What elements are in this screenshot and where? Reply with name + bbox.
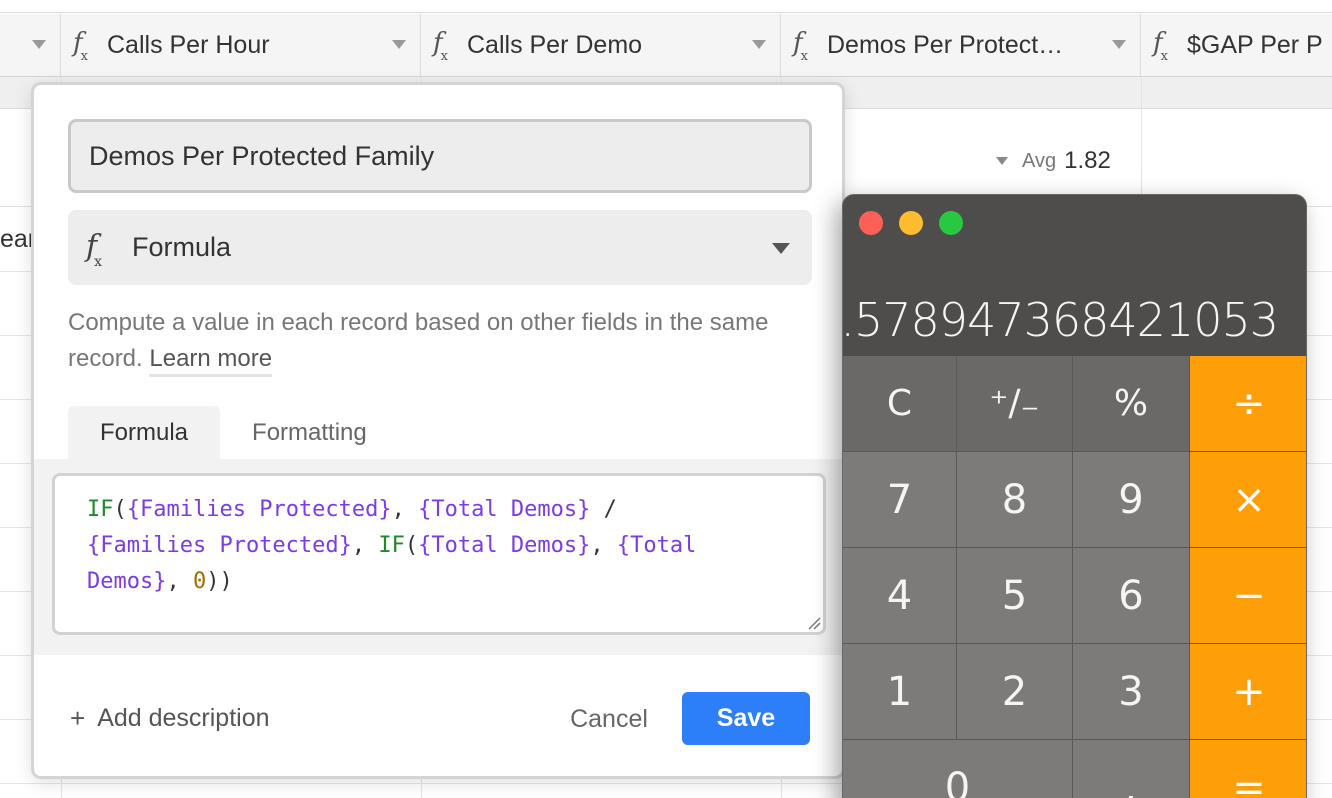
calculator-window: 1.578947368421053 C ⁺∕₋% ÷ 7 8 9 × 4 5 6− 1 2 3 +0. = <box>842 194 1307 798</box>
calc-key-4[interactable]: ÷ <box>1190 356 1306 452</box>
grid-header-row: fx Calls Per Hour fx Calls Per Demo fx D… <box>0 14 1332 77</box>
add-description-label: Add description <box>97 704 270 732</box>
column-header-label: $GAP Per P <box>1187 30 1323 59</box>
chevron-down-icon[interactable] <box>32 40 46 49</box>
field-type-description: Compute a value in each record based on … <box>68 305 812 377</box>
formula-icon: fx <box>1153 28 1168 64</box>
column-header-calls-per-hour[interactable]: fx Calls Per Hour <box>61 14 421 76</box>
calc-key-8[interactable]: × <box>1190 452 1306 548</box>
plus-icon: + <box>70 703 86 733</box>
tab-formula[interactable]: Formula <box>68 406 221 460</box>
calc-key-9[interactable]: 4 <box>843 548 957 644</box>
formula-punct: )) <box>206 569 233 594</box>
calc-key-15[interactable]: 3 <box>1073 644 1190 740</box>
field-type-label: Formula <box>132 232 232 262</box>
cancel-button[interactable]: Cancel <box>554 693 664 745</box>
formula-operator: / <box>590 497 617 522</box>
chevron-down-icon[interactable] <box>996 157 1008 165</box>
formula-field-ref: Demos} <box>87 569 167 594</box>
field-type-select[interactable]: fx Formula <box>68 210 812 285</box>
calc-key-11[interactable]: 6 <box>1073 548 1190 644</box>
formula-field-ref: {Total Demos} <box>418 497 591 522</box>
formula-field-ref: {Families Protected} <box>87 533 352 558</box>
calc-key-12[interactable]: − <box>1190 548 1306 644</box>
calc-key-17[interactable]: 0 <box>843 740 1073 798</box>
formula-icon: fx <box>793 28 808 64</box>
formula-textarea[interactable]: IF({Families Protected}, {Total Demos} /… <box>52 473 826 635</box>
column-header-calls-per-demo[interactable]: fx Calls Per Demo <box>421 14 781 76</box>
close-window-icon[interactable] <box>859 211 883 235</box>
formula-line: {Families Protected}, IF({Total Demos}, … <box>87 528 823 564</box>
column-header-0[interactable] <box>0 14 61 76</box>
formula-punct: , <box>351 533 379 558</box>
calc-key-19[interactable]: = <box>1190 740 1306 798</box>
formula-icon: fx <box>86 228 103 270</box>
save-button[interactable]: Save <box>682 692 810 745</box>
column-header-label: Demos Per Protect… <box>827 30 1064 59</box>
calc-key-7[interactable]: 9 <box>1073 452 1190 548</box>
minimize-window-icon[interactable] <box>899 211 923 235</box>
calculator-display: 1.578947368421053 <box>842 293 1279 347</box>
calc-key-5[interactable]: 7 <box>843 452 957 548</box>
calc-key-14[interactable]: 2 <box>957 644 1073 740</box>
summary-label: Avg <box>1022 149 1057 172</box>
formula-field-ref: {Total Demos} <box>418 533 591 558</box>
column-header-label: Calls Per Hour <box>107 30 270 59</box>
zoom-window-icon[interactable] <box>939 211 963 235</box>
resize-handle-icon[interactable] <box>807 616 821 630</box>
column-header-demos-per-protected[interactable]: fx Demos Per Protect… <box>781 14 1141 76</box>
formula-number: 0 <box>192 569 207 594</box>
calc-key-1[interactable]: C <box>843 356 957 452</box>
formula-punct: , <box>391 497 419 522</box>
formula-line: IF({Families Protected}, {Total Demos} / <box>87 492 823 528</box>
calc-key-18[interactable]: . <box>1073 740 1190 798</box>
formula-icon: fx <box>433 28 448 64</box>
formula-icon: fx <box>73 28 88 64</box>
summary-value: 1.82 <box>1064 147 1111 174</box>
formula-field-ref: {Total <box>616 533 697 558</box>
calc-key-3[interactable]: % <box>1073 356 1190 452</box>
calc-key-13[interactable]: 1 <box>843 644 957 740</box>
column-header-label: Calls Per Demo <box>467 30 643 59</box>
formula-punct: , <box>166 569 193 594</box>
formula-function: IF <box>87 497 114 522</box>
calc-key-6[interactable]: 8 <box>957 452 1073 548</box>
tab-formatting[interactable]: Formatting <box>220 406 399 460</box>
chevron-down-icon[interactable] <box>772 243 790 254</box>
grid-top-strip <box>0 0 1332 13</box>
chevron-down-icon[interactable] <box>392 40 406 49</box>
column-summary[interactable]: Avg 1.82 <box>996 147 1111 175</box>
formula-punct: ( <box>113 497 127 522</box>
chevron-down-icon[interactable] <box>1112 40 1126 49</box>
chevron-down-icon[interactable] <box>752 40 766 49</box>
formula-punct: , <box>590 533 617 558</box>
formula-field-ref: {Families Protected} <box>126 497 392 522</box>
formula-line: Demos}, 0)) <box>87 564 823 600</box>
formula-punct: ( <box>404 533 419 558</box>
editor-tabs: Formula Formatting <box>68 406 399 460</box>
calc-key-16[interactable]: + <box>1190 644 1306 740</box>
calc-key-2[interactable]: ⁺∕₋ <box>957 356 1073 452</box>
field-editor-dialog: Demos Per Protected Family fx Formula Co… <box>31 82 845 779</box>
field-name-input[interactable]: Demos Per Protected Family <box>68 119 812 193</box>
formula-function: IF <box>378 533 405 558</box>
formula-editor-zone: IF({Families Protected}, {Total Demos} /… <box>34 459 842 655</box>
column-header-gap-per[interactable]: fx $GAP Per P <box>1141 14 1332 76</box>
calc-key-10[interactable]: 5 <box>957 548 1073 644</box>
add-description-button[interactable]: + Add description <box>70 703 270 734</box>
learn-more-link[interactable]: Learn more <box>149 345 273 377</box>
